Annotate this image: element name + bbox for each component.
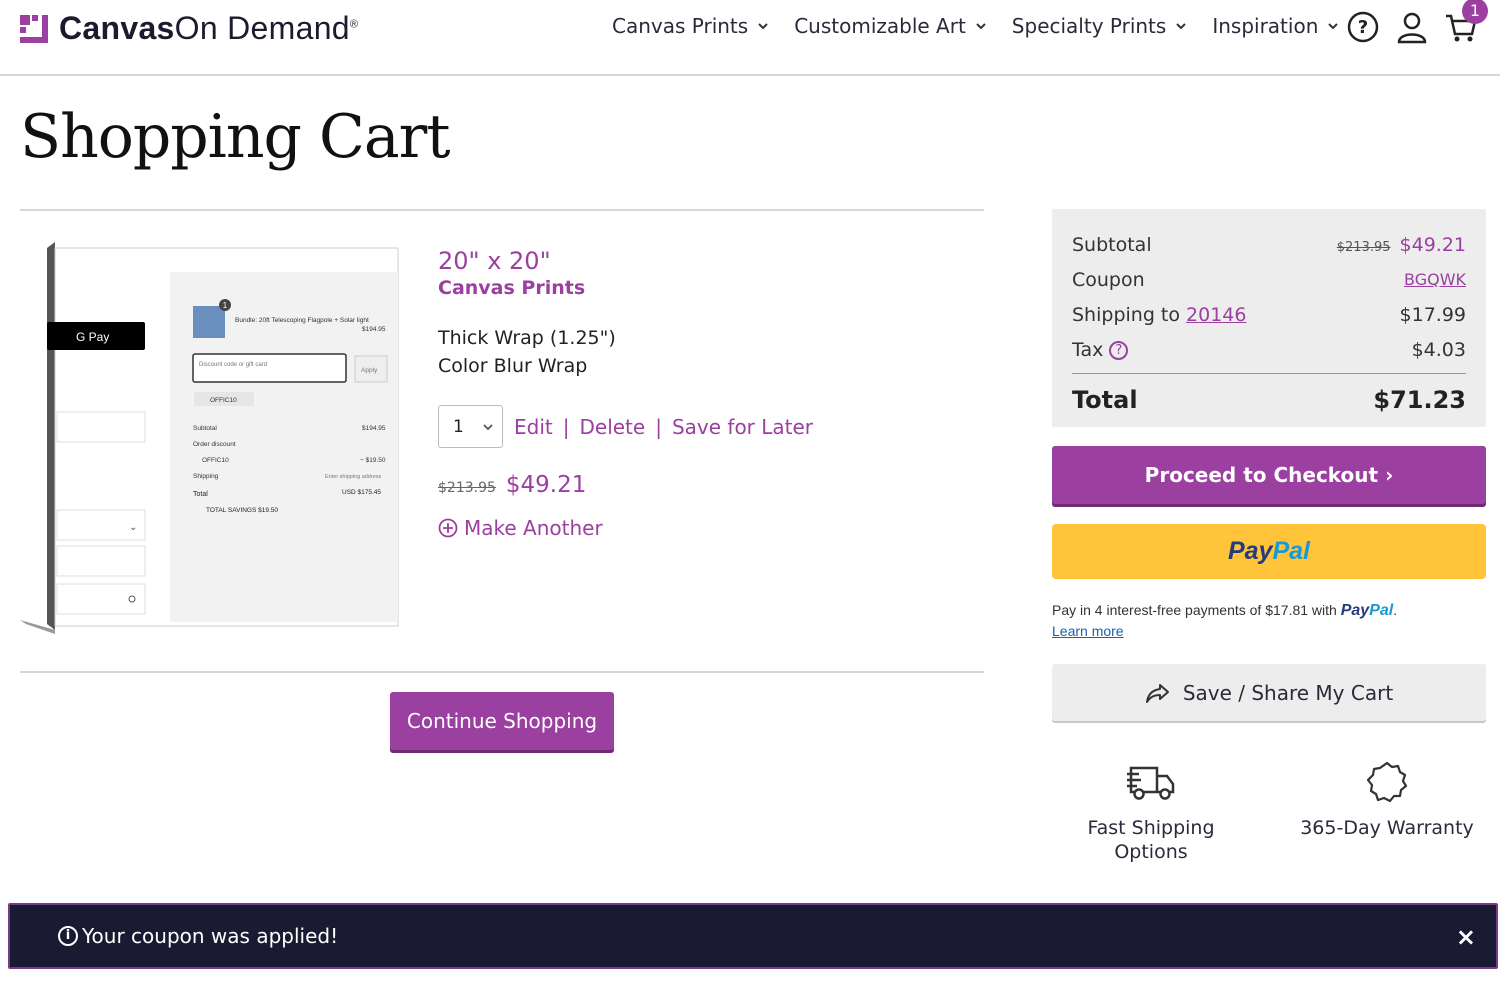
- svg-text:⌄: ⌄: [129, 522, 137, 533]
- tax-help-icon[interactable]: ?: [1109, 340, 1129, 360]
- shipping-row: Shipping to 20146 $17.99: [1072, 303, 1466, 326]
- help-icon[interactable]: ?: [1346, 10, 1380, 44]
- proceed-to-checkout-button[interactable]: Proceed to Checkout ›: [1052, 446, 1486, 504]
- svg-text:Order discount: Order discount: [193, 441, 236, 448]
- svg-text:Bundle: 20ft Telescoping Flagp: Bundle: 20ft Telescoping Flagpole + Sola…: [235, 317, 369, 324]
- subtotal-original: $213.95: [1336, 239, 1391, 255]
- svg-text:Enter shipping address: Enter shipping address: [325, 474, 382, 480]
- header-icons: ? 1: [1346, 0, 1493, 44]
- delete-link[interactable]: Delete: [579, 415, 645, 439]
- total-value: $71.23: [1373, 386, 1466, 414]
- cart-item-details: 20" x 20" Canvas Prints Thick Wrap (1.25…: [438, 246, 813, 540]
- coupon-code-link[interactable]: BGQWK: [1404, 270, 1466, 289]
- summary-divider: [1072, 373, 1466, 374]
- truck-icon: [1127, 766, 1175, 800]
- svg-text:?: ?: [1358, 17, 1368, 38]
- subtotal-value: $49.21: [1399, 233, 1466, 256]
- svg-text:Discount code or gift card: Discount code or gift card: [199, 362, 267, 368]
- plus-circle-icon: [438, 518, 458, 538]
- svg-text:Total: Total: [193, 491, 208, 498]
- svg-text:1: 1: [223, 301, 228, 310]
- share-icon: [1145, 683, 1169, 703]
- shipping-zip-link[interactable]: 20146: [1186, 304, 1246, 326]
- product-thumbnail[interactable]: G Pay ⌄ 1 Bundle: 20ft Telescoping Flagp…: [20, 242, 400, 634]
- item-actions: Edit | Delete | Save for Later: [514, 414, 814, 439]
- account-icon[interactable]: [1395, 10, 1429, 44]
- nav-customizable-art[interactable]: Customizable Art: [794, 14, 986, 38]
- order-summary: Subtotal $213.95 $49.21 Coupon BGQWK Ship…: [1052, 209, 1486, 427]
- chevron-down-icon: [483, 423, 493, 430]
- continue-shopping-button[interactable]: Continue Shopping: [390, 692, 614, 750]
- cart-icon[interactable]: 1: [1444, 0, 1488, 44]
- fast-shipping-feature: Fast Shipping Options: [1066, 760, 1236, 864]
- make-another-link[interactable]: Make Another: [438, 516, 813, 540]
- subtotal-row: Subtotal $213.95 $49.21: [1072, 233, 1466, 256]
- brand-logo[interactable]: CanvasOn Demand®: [20, 10, 358, 47]
- item-size[interactable]: 20" x 20": [438, 246, 813, 276]
- svg-text:− $19.50: − $19.50: [360, 457, 386, 464]
- item-controls: 1 Edit | Delete | Save for Later: [438, 405, 813, 448]
- nav-specialty-prints[interactable]: Specialty Prints: [1012, 14, 1187, 38]
- divider: [20, 209, 984, 211]
- coupon-applied-toast: i Your coupon was applied! ×: [8, 903, 1498, 969]
- nav-inspiration[interactable]: Inspiration: [1212, 14, 1339, 38]
- main-nav: Canvas Prints Customizable Art Specialty…: [612, 14, 1364, 38]
- thumb-gpay: G Pay: [76, 330, 109, 344]
- warranty-feature: 365-Day Warranty: [1296, 760, 1478, 840]
- sale-price: $49.21: [505, 472, 587, 498]
- chevron-down-icon: [1176, 23, 1187, 30]
- svg-text:Subtotal: Subtotal: [193, 425, 217, 432]
- item-price: $213.95 $49.21: [438, 472, 813, 498]
- item-type[interactable]: Canvas Prints: [438, 276, 813, 300]
- nav-canvas-prints[interactable]: Canvas Prints: [612, 14, 768, 38]
- item-option-wrap: Thick Wrap (1.25"): [438, 327, 616, 349]
- cart-count-badge: 1: [1462, 0, 1488, 24]
- quantity-select[interactable]: 1: [438, 405, 503, 448]
- svg-text:USD $175.45: USD $175.45: [342, 489, 381, 496]
- save-for-later-link[interactable]: Save for Later: [672, 415, 813, 439]
- page-title: Shopping Cart: [20, 102, 450, 172]
- svg-text:TOTAL SAVINGS $19.50: TOTAL SAVINGS $19.50: [206, 507, 278, 514]
- original-price: $213.95: [438, 480, 496, 496]
- tax-value: $4.03: [1411, 338, 1466, 361]
- svg-text:$194.95: $194.95: [362, 425, 386, 432]
- total-row: Total $71.23: [1072, 386, 1466, 414]
- svg-text:$194.95: $194.95: [362, 326, 386, 333]
- site-header: CanvasOn Demand® Canvas Prints Customiza…: [0, 0, 1500, 76]
- brand-name: CanvasOn Demand®: [59, 10, 359, 46]
- toast-message: Your coupon was applied!: [82, 924, 339, 948]
- logo-mark-icon: [20, 14, 48, 43]
- shipping-value: $17.99: [1399, 303, 1466, 326]
- svg-text:Shipping: Shipping: [193, 473, 219, 480]
- chevron-down-icon: [758, 23, 768, 30]
- info-icon: i: [58, 926, 78, 946]
- close-icon[interactable]: ×: [1456, 923, 1476, 951]
- paypal-button[interactable]: PayPal: [1052, 524, 1486, 579]
- svg-text:OFFIC10: OFFIC10: [202, 457, 229, 464]
- tax-row: Tax? $4.03: [1072, 338, 1466, 361]
- item-option-color: Color Blur Wrap: [438, 355, 588, 377]
- chevron-down-icon: [1328, 23, 1339, 30]
- badge-icon: [1366, 761, 1408, 803]
- divider: [20, 671, 984, 673]
- learn-more-link[interactable]: Learn more: [1052, 623, 1124, 639]
- edit-link[interactable]: Edit: [514, 415, 553, 439]
- paypal-pay-in-4-note: Pay in 4 interest-free payments of $17.8…: [1052, 602, 1398, 639]
- chevron-down-icon: [976, 23, 986, 30]
- save-share-cart-button[interactable]: Save / Share My Cart: [1052, 664, 1486, 721]
- coupon-row: Coupon BGQWK: [1072, 268, 1466, 291]
- item-options: Thick Wrap (1.25") Color Blur Wrap: [438, 324, 813, 380]
- svg-text:OFFIC10: OFFIC10: [210, 397, 237, 404]
- svg-text:Apply: Apply: [361, 367, 378, 374]
